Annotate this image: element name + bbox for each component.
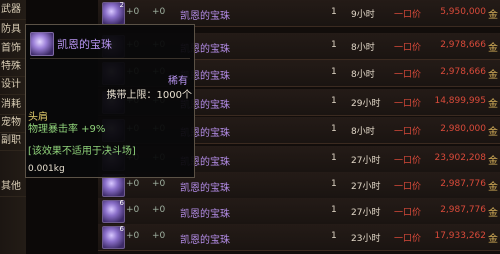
category-armor[interactable]: 防具 [0, 20, 26, 40]
item-price: 2,987,776 [440, 205, 486, 215]
time-remaining: 8小时 [351, 70, 375, 80]
orb-item-icon [30, 32, 54, 56]
item-name: 凯恩的宝珠 [180, 235, 230, 246]
item-price: 17,933,262 [434, 231, 486, 241]
listing-row[interactable]: 6 +0 +0 凯恩的宝珠 1 27小时 一口价 2,987,776 金 [98, 198, 500, 225]
item-tooltip: 凯恩的宝珠 稀有 携带上限：1000个 头肩 物理暴击率 +9% [该效果不适用… [25, 24, 195, 178]
gold-currency: 金 [488, 43, 498, 54]
amplify-level: +0 [152, 231, 166, 241]
item-price: 14,899,995 [434, 96, 486, 106]
price-type: 一口价 [394, 127, 422, 137]
item-name: 凯恩的宝珠 [180, 183, 230, 194]
amplify-level: +0 [152, 179, 166, 189]
item-quantity: 1 [331, 205, 337, 215]
category-other[interactable]: 其他 [0, 177, 26, 197]
price-type: 一口价 [394, 43, 422, 53]
gold-currency: 金 [488, 234, 498, 245]
price-type: 一口价 [394, 99, 422, 109]
orb-item-icon: 6 [102, 225, 125, 249]
enhance-level: +0 [126, 179, 140, 189]
price-type: 一口价 [394, 208, 422, 218]
time-remaining: 27小时 [351, 208, 381, 218]
tooltip-note: [该效果不适用于决斗场] [28, 146, 136, 157]
amplify-level: +0 [152, 7, 166, 17]
category-consumable[interactable]: 消耗 [0, 95, 26, 115]
listing-row[interactable]: 2 +0 +0 凯恩的宝珠 1 9小时 一口价 5,950,000 金 [98, 0, 500, 27]
item-price: 2,978,666 [440, 40, 486, 50]
category-subjob[interactable]: 副职 [0, 131, 26, 151]
item-quantity: 1 [331, 153, 337, 163]
orb-item-icon: 6 [102, 199, 125, 223]
item-quantity: 1 [331, 179, 337, 189]
gold-currency: 金 [488, 10, 498, 21]
item-name: 凯恩的宝珠 [180, 209, 230, 220]
tooltip-carry-limit: 携带上限：1000个 [106, 90, 192, 101]
price-type: 一口价 [394, 182, 422, 192]
item-quantity: 1 [331, 96, 337, 106]
gold-currency: 金 [488, 156, 498, 167]
category-design[interactable]: 设计 [0, 75, 26, 95]
gold-currency: 金 [488, 127, 498, 138]
price-type: 一口价 [394, 234, 422, 244]
price-type: 一口价 [394, 10, 422, 20]
item-name: 凯恩的宝珠 [180, 11, 230, 22]
item-price: 2,987,776 [440, 179, 486, 189]
enhance-level: +0 [126, 205, 140, 215]
category-weapon[interactable]: 武器 [0, 0, 26, 20]
gold-currency: 金 [488, 70, 498, 81]
item-price: 5,950,000 [440, 7, 486, 17]
enhance-level: +0 [126, 231, 140, 241]
gold-currency: 金 [488, 208, 498, 219]
item-price: 23,902,208 [434, 153, 486, 163]
item-price: 2,980,000 [440, 124, 486, 134]
gold-currency: 金 [488, 99, 498, 110]
time-remaining: 29小时 [351, 99, 381, 109]
tooltip-stat: 物理暴击率 +9% [28, 124, 106, 135]
category-special[interactable]: 特殊 [0, 57, 26, 77]
listing-row[interactable]: 6 +0 +0 凯恩的宝珠 1 23小时 一口价 17,933,262 金 [98, 224, 500, 251]
time-remaining: 23小时 [351, 234, 381, 244]
time-remaining: 27小时 [351, 156, 381, 166]
time-remaining: 9小时 [351, 10, 375, 20]
item-quantity: 1 [331, 40, 337, 50]
time-remaining: 8小时 [351, 43, 375, 53]
item-price: 2,978,666 [440, 67, 486, 77]
category-accessory[interactable]: 首饰 [0, 39, 26, 59]
category-sidebar: 武器 防具 首饰 特殊 设计 消耗 宠物 副职 其他 [0, 0, 27, 254]
tooltip-divider [30, 58, 190, 59]
item-quantity: 1 [331, 67, 337, 77]
item-quantity: 1 [331, 124, 337, 134]
price-type: 一口价 [394, 156, 422, 166]
tooltip-weight: 0.001kg [28, 164, 65, 174]
time-remaining: 8小时 [351, 127, 375, 137]
category-pet[interactable]: 宠物 [0, 113, 26, 133]
orb-item-icon: 2 [102, 1, 125, 25]
amplify-level: +0 [152, 205, 166, 215]
time-remaining: 27小时 [351, 182, 381, 192]
tooltip-rarity: 稀有 [168, 76, 188, 87]
price-type: 一口价 [394, 70, 422, 80]
tooltip-item-name: 凯恩的宝珠 [57, 38, 112, 51]
item-quantity: 1 [331, 231, 337, 241]
item-quantity: 1 [331, 7, 337, 17]
enhance-level: +0 [126, 7, 140, 17]
gold-currency: 金 [488, 182, 498, 193]
